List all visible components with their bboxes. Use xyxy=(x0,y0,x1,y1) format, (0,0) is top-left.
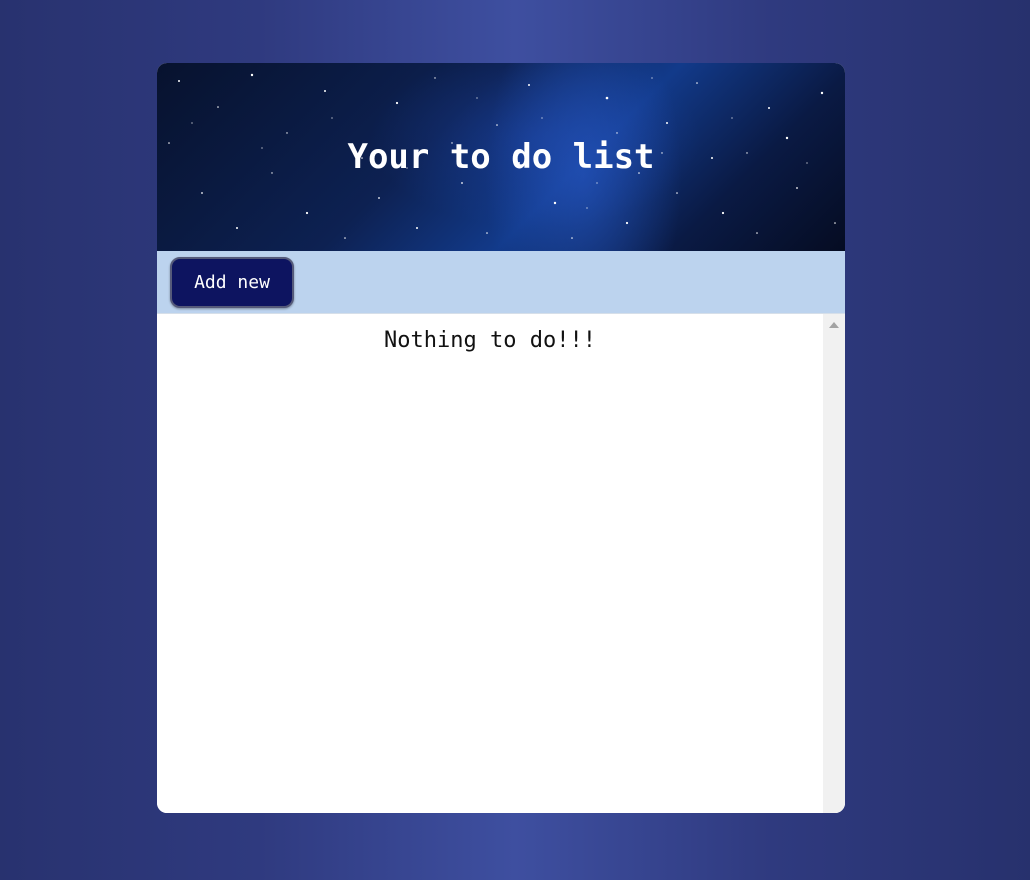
todo-card: Your to do list Add new Nothing to do!!! xyxy=(157,63,845,813)
add-new-button[interactable]: Add new xyxy=(170,256,294,308)
empty-state-message: Nothing to do!!! xyxy=(384,328,596,353)
todo-list[interactable]: Nothing to do!!! xyxy=(157,314,845,813)
vertical-scrollbar[interactable] xyxy=(823,314,845,813)
page-title: Your to do list xyxy=(347,137,655,177)
scroll-up-arrow-icon[interactable] xyxy=(829,322,839,328)
toolbar: Add new xyxy=(157,251,845,314)
header-banner: Your to do list xyxy=(157,63,845,251)
